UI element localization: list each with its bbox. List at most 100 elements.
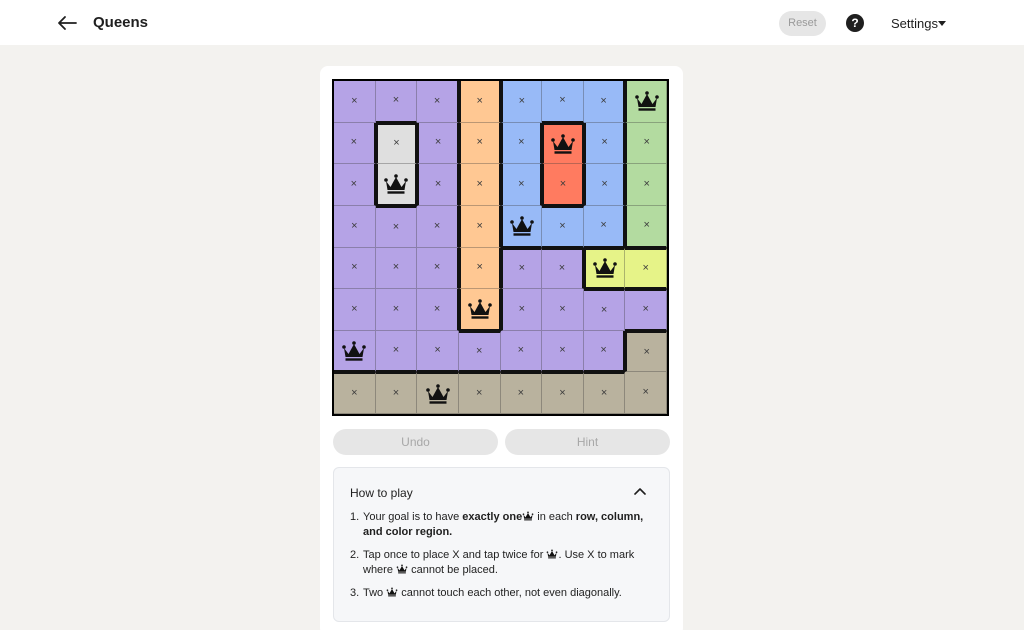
board-cell[interactable] [417,372,459,414]
chevron-up-icon[interactable] [634,487,646,495]
board-cell[interactable]: × [334,289,376,331]
board-cell[interactable]: × [500,289,543,331]
board-cell[interactable]: × [417,81,459,123]
board-cell[interactable]: × [542,372,584,414]
crown-icon [634,90,660,112]
board-cell[interactable]: × [334,164,376,206]
board-cell[interactable]: × [500,372,543,414]
board-cell[interactable]: × [417,247,459,290]
board-cell[interactable] [542,122,584,165]
board-cell[interactable]: × [542,289,584,331]
board-cell[interactable] [458,289,501,331]
crown-icon [383,173,409,195]
board-cell[interactable]: × [375,330,418,373]
x-mark: × [518,94,526,107]
board-cell[interactable]: × [334,122,376,165]
board-cell[interactable]: × [500,122,543,165]
x-mark: × [433,302,441,315]
board-cell[interactable]: × [583,205,626,248]
settings-button[interactable]: Settings [891,16,938,31]
queens-board: × × × × × × × × × × × × × × × × × × × × × × × × × × × × × × × × × × × × × × × ×… [332,79,669,416]
board-cell[interactable]: × [417,122,459,165]
x-mark: × [559,302,566,315]
board-cell[interactable]: × [417,289,459,331]
board-cell[interactable]: × [583,330,626,373]
board-cell[interactable]: × [334,81,376,123]
board-cell[interactable]: × [375,289,418,331]
board-cell[interactable]: × [542,205,584,248]
board-cell[interactable]: × [375,247,418,290]
board-cell[interactable]: × [625,330,667,373]
board-cell[interactable]: × [458,247,501,290]
undo-button[interactable]: Undo [333,429,498,455]
crown-icon [550,133,576,155]
board-cell[interactable]: × [583,122,626,165]
board-cell[interactable]: × [458,81,501,123]
board-cell[interactable]: × [417,164,459,206]
board-cell[interactable]: × [334,372,376,414]
rule-number: 2. [350,549,360,561]
board-cell[interactable]: × [625,247,667,290]
board-cell[interactable]: × [625,372,667,414]
board-cell[interactable]: × [458,164,501,206]
board-cell[interactable]: × [542,247,584,290]
x-mark: × [600,387,608,400]
x-mark: × [600,344,607,357]
board-cell[interactable]: × [542,164,584,206]
board-cell[interactable]: × [334,247,376,290]
x-mark: × [600,303,608,316]
board-cell[interactable]: × [583,81,626,123]
board-cell[interactable] [583,247,626,290]
board-cell[interactable]: × [500,164,543,206]
reset-button[interactable]: Reset [779,11,826,36]
board-cell[interactable]: × [542,81,584,123]
help-icon[interactable]: ? [846,14,864,32]
rule-text: cannot be placed. [408,563,498,576]
board-cell[interactable]: × [500,330,543,373]
x-mark: × [476,178,483,191]
board-cell[interactable]: × [583,289,626,331]
board-cell[interactable]: × [375,372,418,414]
board-cell[interactable]: × [625,205,667,248]
crown-icon [425,383,451,405]
board-cell[interactable]: × [500,81,543,123]
board-cell[interactable]: × [625,164,667,206]
x-mark: × [351,261,358,274]
board-cell[interactable]: × [625,122,667,165]
board-cell[interactable]: × [583,372,626,414]
board-cell[interactable] [625,81,667,123]
x-mark: × [392,302,400,315]
board-cell[interactable]: × [625,289,667,331]
board-cell[interactable] [375,164,418,206]
x-mark: × [643,136,650,149]
rule-item: 2. Tap once to place X and tap twice for … [350,548,660,577]
board-cell[interactable] [334,330,376,373]
x-mark: × [559,94,566,107]
x-mark: × [559,177,567,190]
caret-down-icon[interactable] [938,21,946,26]
x-mark: × [475,345,483,358]
board-cell[interactable]: × [458,122,501,165]
rules-list: 1. Your goal is to have exactly one in ea… [350,510,660,610]
board-cell[interactable]: × [375,122,418,165]
x-mark: × [600,94,607,107]
board-cell[interactable]: × [417,205,459,248]
x-mark: × [517,344,525,357]
board-cell[interactable]: × [458,372,501,414]
x-mark: × [642,386,649,399]
board-cell[interactable]: × [583,164,626,206]
board-cell[interactable]: × [375,81,418,123]
hint-button[interactable]: Hint [505,429,670,455]
board-cell[interactable]: × [334,205,376,248]
board-cell[interactable]: × [458,205,501,248]
board-cell[interactable]: × [500,247,543,290]
board-cell[interactable] [500,205,543,248]
x-mark: × [601,178,608,191]
back-arrow-icon[interactable] [56,12,78,34]
board-cell[interactable]: × [458,330,501,373]
board-cell[interactable]: × [417,330,459,373]
x-mark: × [434,178,442,191]
board-cell[interactable]: × [542,330,584,373]
board-cell[interactable]: × [375,205,418,248]
x-mark: × [433,94,441,107]
